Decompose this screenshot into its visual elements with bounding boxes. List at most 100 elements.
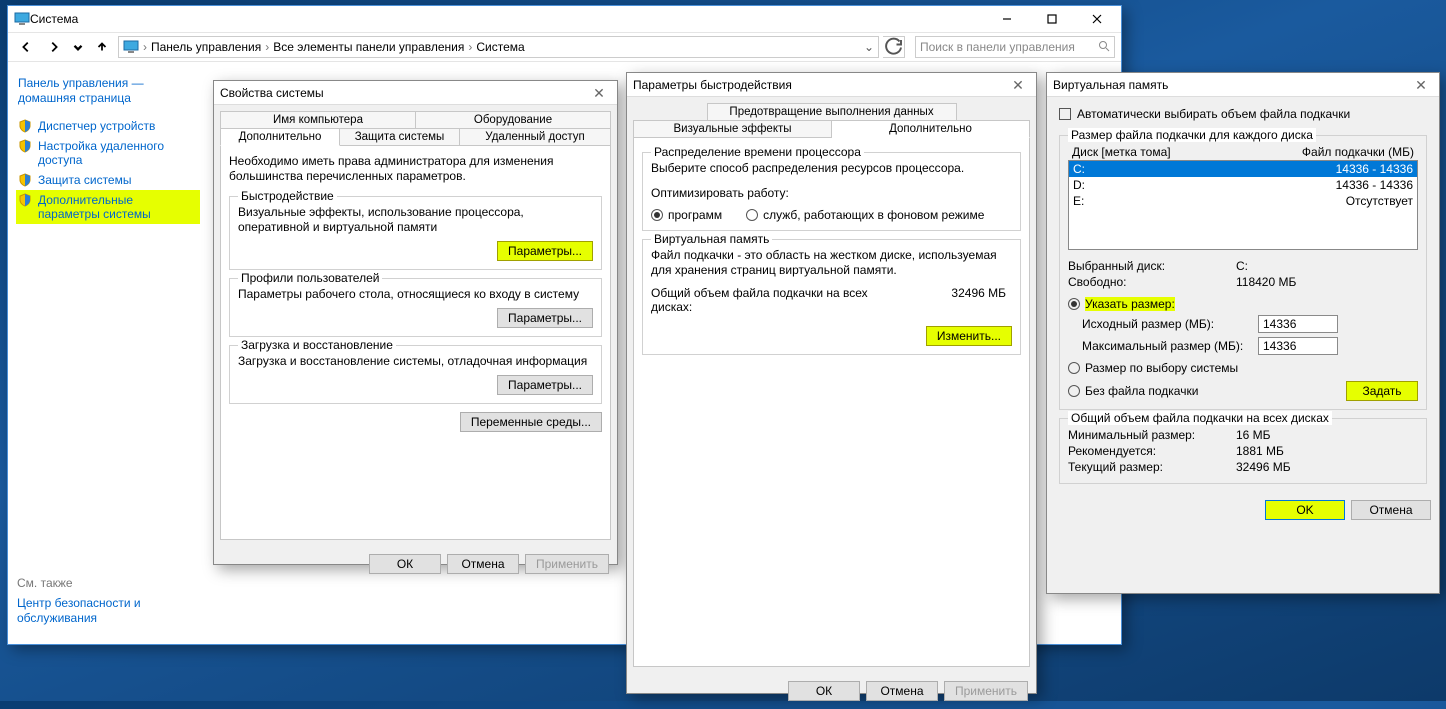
total-legend: Общий объем файла подкачки на всех диска… xyxy=(1068,411,1332,425)
dialog-titlebar: Виртуальная память ✕ xyxy=(1047,73,1439,97)
startup-settings-button[interactable]: Параметры... xyxy=(497,375,593,395)
cancel-button[interactable]: Отмена xyxy=(447,554,519,574)
free-space-label: Свободно: xyxy=(1068,275,1228,289)
close-button[interactable]: ✕ xyxy=(1409,76,1433,94)
search-placeholder: Поиск в панели управления xyxy=(920,40,1075,54)
sidebar-item-remote[interactable]: Настройка удаленного доступа xyxy=(16,136,200,170)
scheduling-legend: Распределение времени процессора xyxy=(651,145,864,159)
history-dropdown[interactable] xyxy=(70,35,86,59)
profiles-text: Параметры рабочего стола, относящиеся ко… xyxy=(238,287,593,302)
env-vars-button[interactable]: Переменные среды... xyxy=(460,412,602,432)
per-drive-legend: Размер файла подкачки для каждого диска xyxy=(1068,128,1316,142)
close-button[interactable]: ✕ xyxy=(1006,76,1030,94)
dialog-titlebar: Свойства системы ✕ xyxy=(214,81,617,105)
set-button[interactable]: Задать xyxy=(1346,381,1418,401)
current-size-value: 32496 МБ xyxy=(1236,460,1291,474)
shield-icon xyxy=(18,173,32,187)
recommended-value: 1881 МБ xyxy=(1236,444,1284,458)
min-size-label: Минимальный размер: xyxy=(1068,428,1228,442)
search-box[interactable]: Поиск в панели управления xyxy=(915,36,1115,58)
address-bar[interactable]: › Панель управления › Все элементы панел… xyxy=(118,36,879,58)
control-panel-home-link[interactable]: Панель управления — домашняя страница xyxy=(16,72,200,116)
tab-advanced[interactable]: Дополнительно xyxy=(220,128,340,146)
vmem-total-value: 32496 МБ xyxy=(871,286,1012,314)
tab-advanced[interactable]: Дополнительно xyxy=(832,120,1030,138)
drive-row[interactable]: E:Отсутствует xyxy=(1069,193,1417,209)
forward-button[interactable] xyxy=(42,35,66,59)
tab-visual-effects[interactable]: Визуальные эффекты xyxy=(633,120,832,138)
shield-icon xyxy=(18,139,32,153)
ok-button[interactable]: ОК xyxy=(369,554,441,574)
explorer-toolbar: › Панель управления › Все элементы панел… xyxy=(8,32,1121,62)
startup-text: Загрузка и восстановление системы, отлад… xyxy=(238,354,593,369)
tabs-row2: Визуальные эффекты Дополнительно xyxy=(633,120,1030,137)
initial-size-input[interactable] xyxy=(1258,315,1338,333)
profiles-settings-button[interactable]: Параметры... xyxy=(497,308,593,328)
tab-remote[interactable]: Удаленный доступ xyxy=(460,128,611,146)
tab-dep[interactable]: Предотвращение выполнения данных xyxy=(707,103,957,121)
back-button[interactable] xyxy=(14,35,38,59)
profiles-legend: Профили пользователей xyxy=(238,271,382,285)
sidebar-item-advanced[interactable]: Дополнительные параметры системы xyxy=(16,190,200,224)
initial-size-label: Исходный размер (МБ): xyxy=(1082,317,1252,331)
radio-no-paging[interactable]: Без файла подкачки xyxy=(1068,384,1346,398)
maximize-button[interactable] xyxy=(1029,6,1074,32)
apply-button[interactable]: Применить xyxy=(525,554,609,574)
drive-list-header: Диск [метка тома] Файл подкачки (МБ) xyxy=(1068,144,1418,160)
tab-computer-name[interactable]: Имя компьютера xyxy=(220,111,416,129)
ok-button[interactable]: ОК xyxy=(788,681,860,701)
system-icon xyxy=(123,39,139,55)
close-button[interactable] xyxy=(1074,6,1119,32)
sidebar: Панель управления — домашняя страница Ди… xyxy=(8,62,208,644)
drive-list[interactable]: C:14336 - 14336 D:14336 - 14336 E:Отсутс… xyxy=(1068,160,1418,250)
drive-row[interactable]: C:14336 - 14336 xyxy=(1069,161,1417,177)
startup-legend: Загрузка и восстановление xyxy=(238,338,396,352)
vmem-legend: Виртуальная память xyxy=(651,232,772,246)
close-button[interactable]: ✕ xyxy=(587,84,611,102)
dialog-title: Свойства системы xyxy=(220,86,587,100)
performance-settings-button[interactable]: Параметры... xyxy=(497,241,593,261)
scheduling-text: Выберите способ распределения ресурсов п… xyxy=(651,161,1012,176)
up-button[interactable] xyxy=(90,35,114,59)
minimize-button[interactable] xyxy=(984,6,1029,32)
ok-button[interactable]: OK xyxy=(1265,500,1345,520)
max-size-input[interactable] xyxy=(1258,337,1338,355)
explorer-titlebar: Система xyxy=(8,6,1121,32)
radio-services[interactable]: служб, работающих в фоновом режиме xyxy=(746,208,984,222)
breadcrumb-segment[interactable]: Все элементы панели управления xyxy=(273,40,464,54)
see-also-section: См. также Центр безопасности и обслужива… xyxy=(17,576,207,626)
selected-drive-value: C: xyxy=(1236,259,1248,273)
refresh-button[interactable] xyxy=(883,36,905,58)
cancel-button[interactable]: Отмена xyxy=(866,681,938,701)
see-also-link[interactable]: Центр безопасности и обслуживания xyxy=(17,596,207,626)
free-space-value: 118420 МБ xyxy=(1236,275,1296,289)
cancel-button[interactable]: Отмена xyxy=(1351,500,1431,520)
tab-protection[interactable]: Защита системы xyxy=(340,128,460,146)
dialog-title: Параметры быстродействия xyxy=(633,78,1006,92)
breadcrumb-segment[interactable]: Система xyxy=(476,40,524,54)
explorer-title: Система xyxy=(30,12,984,26)
change-button[interactable]: Изменить... xyxy=(926,326,1012,346)
tabs-row1: Имя компьютера Оборудование xyxy=(220,111,611,128)
search-icon xyxy=(1098,40,1110,55)
dialog-title: Виртуальная память xyxy=(1053,78,1409,92)
vmem-total-label: Общий объем файла подкачки на всех диска… xyxy=(651,286,871,314)
current-size-label: Текущий размер: xyxy=(1068,460,1228,474)
sidebar-item-label: Защита системы xyxy=(38,173,131,187)
sidebar-item-protection[interactable]: Защита системы xyxy=(16,170,200,190)
sidebar-item-device-manager[interactable]: Диспетчер устройств xyxy=(16,116,200,136)
drive-row[interactable]: D:14336 - 14336 xyxy=(1069,177,1417,193)
apply-button[interactable]: Применить xyxy=(944,681,1028,701)
sidebar-item-label: Диспетчер устройств xyxy=(38,119,155,133)
radio-system-size[interactable]: Размер по выбору системы xyxy=(1068,361,1238,375)
virtual-memory-dialog: Виртуальная память ✕ Автоматически выбир… xyxy=(1046,72,1440,594)
min-size-value: 16 МБ xyxy=(1236,428,1271,442)
see-also-header: См. также xyxy=(17,576,207,596)
tab-hardware[interactable]: Оборудование xyxy=(416,111,611,129)
radio-programs[interactable]: программ xyxy=(651,208,722,222)
radio-custom-size[interactable]: Указать размер: xyxy=(1068,297,1175,311)
auto-manage-checkbox[interactable]: Автоматически выбирать объем файла подка… xyxy=(1059,107,1350,121)
system-properties-dialog: Свойства системы ✕ Имя компьютера Оборуд… xyxy=(213,80,618,565)
optimize-label: Оптимизировать работу: xyxy=(651,186,1012,200)
breadcrumb-segment[interactable]: Панель управления xyxy=(151,40,261,54)
